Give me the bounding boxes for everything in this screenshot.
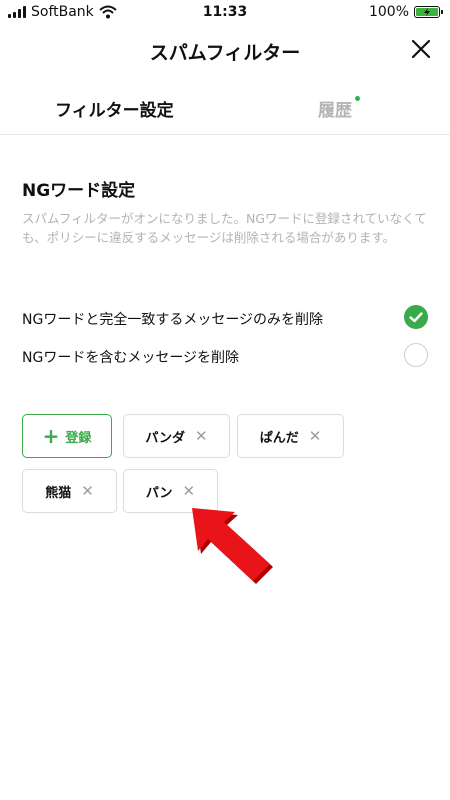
ng-word-label: パン [145,485,173,501]
remove-icon[interactable]: ✕ [183,482,196,500]
tab-history[interactable]: 履歴 [318,96,360,121]
option-label: NGワードと完全一致するメッセージのみを削除 [22,312,324,328]
ng-word-chip[interactable]: 熊猫 ✕ [22,469,117,513]
section-title: NGワード設定 [22,181,136,201]
add-word-label: 登録 [65,430,92,446]
ng-word-label: パンダ [145,430,186,446]
remove-icon[interactable]: ✕ [309,427,322,445]
tab-filter-settings[interactable]: フィルター設定 [55,96,174,121]
close-icon[interactable] [408,36,434,62]
check-icon[interactable] [404,305,428,329]
nav-bar: スパムフィルター [0,26,450,76]
tab-bar: フィルター設定 履歴 [0,80,450,135]
ng-word-label: 熊猫 [45,485,72,501]
section-description: スパムフィルターがオンになりました。NGワードに登録されていなくても、ポリシーに… [22,211,427,245]
page-title: スパムフィルター [149,42,301,64]
ng-word-chip[interactable]: パンダ ✕ [123,414,230,458]
option-contains[interactable]: NGワードを含むメッセージを削除 [22,341,430,371]
ng-word-label: ぱんだ [259,430,299,446]
radio-unchecked-icon[interactable] [404,343,428,367]
plus-icon: + [42,424,60,448]
remove-icon[interactable]: ✕ [81,482,94,500]
status-bar: SoftBank 11:33 100% [0,0,450,26]
battery-icon [414,6,443,18]
option-exact-match[interactable]: NGワードと完全一致するメッセージのみを削除 [22,303,430,333]
option-label: NGワードを含むメッセージを削除 [22,350,240,366]
battery-group: 100% [368,4,443,20]
battery-percent: 100% [368,4,409,20]
new-dot-badge [355,96,360,101]
ng-word-section: NGワード設定 スパムフィルターがオンになりました。NGワードに登録されていなく… [22,176,432,247]
ng-word-chip[interactable]: ぱんだ ✕ [237,414,344,458]
annotation-arrow [192,508,273,584]
add-word-button[interactable]: + 登録 [22,414,112,458]
tab-history-label: 履歴 [318,101,352,121]
remove-icon[interactable]: ✕ [195,427,208,445]
